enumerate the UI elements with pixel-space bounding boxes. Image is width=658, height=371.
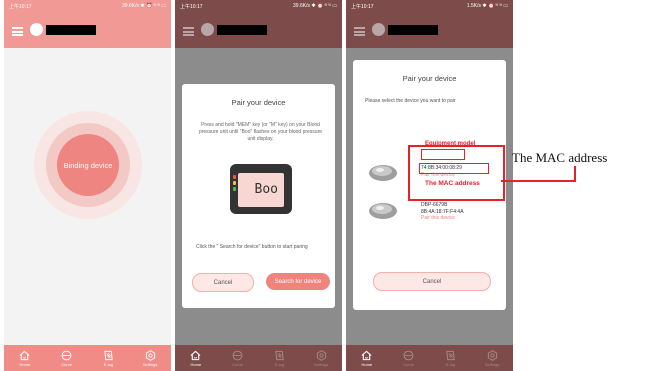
nav-curve[interactable]: Curve	[388, 345, 430, 371]
home-icon	[361, 350, 372, 360]
redacted-username	[388, 25, 438, 35]
status-bar: 上午10:17 1.5K/s ✱ ⏰ ⁱˡˡ ⁱˡˡ ▭	[346, 0, 513, 12]
menu-icon[interactable]	[12, 27, 23, 36]
nav-elog[interactable]: E-log	[259, 345, 301, 371]
nav-home[interactable]: Home	[175, 345, 217, 371]
status-time: 上午10:17	[9, 4, 32, 10]
callout-line-horizontal	[501, 180, 576, 182]
app-header	[4, 12, 171, 48]
binding-device-button[interactable]: Binding device	[57, 134, 119, 196]
elog-icon	[446, 350, 455, 360]
nav-curve-label: Curve	[61, 361, 72, 367]
main-content: Binding device	[4, 48, 171, 345]
blood-pressure-device-illustration: Boo	[230, 164, 292, 214]
nav-settings-label: Settings	[142, 361, 158, 367]
device-thumbnail-icon	[369, 203, 397, 219]
curve-icon	[61, 350, 72, 360]
home-icon	[190, 350, 201, 360]
cancel-button[interactable]: Cancel	[373, 272, 491, 291]
status-indicators: 1.5K/s ✱ ⏰ ⁱˡˡ ⁱˡˡ ▭	[466, 3, 508, 9]
redacted-username	[217, 25, 267, 35]
curve-icon	[403, 350, 414, 360]
mac-address-callout-label: The MAC address	[512, 150, 608, 165]
device-screen: Boo	[238, 173, 284, 207]
search-device-button[interactable]: Search for device	[266, 273, 330, 290]
dialog-title: Pair your device	[402, 74, 457, 83]
bottom-navigation: Home Curve E-log Settings	[175, 345, 342, 371]
settings-icon	[316, 349, 326, 361]
status-time: 上午10:17	[351, 4, 374, 10]
elog-icon	[104, 350, 113, 360]
nav-home-label: Home	[190, 361, 202, 367]
nav-elog-label: E-log	[445, 361, 456, 367]
nav-elog[interactable]: E-log	[430, 345, 472, 371]
avatar[interactable]	[30, 23, 43, 36]
nav-settings[interactable]: Settings	[300, 345, 342, 371]
nav-settings[interactable]: Settings	[129, 345, 171, 371]
app-header	[175, 12, 342, 48]
status-indicators: 39.6K/s ✱ ⏰ ⁱˡˡ ⁱˡˡ ▭	[293, 3, 337, 9]
nav-settings-label: Settings	[313, 361, 329, 367]
curve-icon	[232, 350, 243, 360]
pair-dialog: Pair your device Press and hold "MEM" ke…	[182, 84, 335, 308]
dialog-subtitle: Please select the device you want to pai…	[365, 98, 456, 104]
cancel-button[interactable]: Cancel	[192, 273, 254, 292]
nav-elog-label: E-log	[103, 361, 114, 367]
app-header	[346, 12, 513, 48]
menu-icon	[354, 27, 365, 36]
settings-icon	[145, 349, 155, 361]
pairing-instructions: Press and hold "MEM" key (or "M" key) on…	[198, 122, 323, 142]
nav-home[interactable]: Home	[346, 345, 388, 371]
search-hint: Click the " Search for device" button to…	[196, 244, 308, 250]
redacted-username	[46, 25, 96, 35]
status-bar: 上午10:17 39.6K/s ✱ ⏰ ⁱˡˡ ⁱˡˡ ▭	[175, 0, 342, 12]
home-icon	[19, 350, 30, 360]
pair-device-2-link[interactable]: Pair this device	[421, 215, 464, 222]
nav-curve[interactable]: Curve	[46, 345, 88, 371]
menu-icon	[183, 27, 194, 36]
settings-icon	[487, 349, 497, 361]
status-indicators: 39.6K/s ✱ ⏰ ⁱˡˡ ⁱˡˡ ▭	[122, 3, 166, 9]
nav-elog-label: E-log	[274, 361, 285, 367]
nav-home-label: Home	[19, 361, 31, 367]
status-time: 上午10:17	[180, 4, 203, 10]
bottom-navigation: Home Curve E-log Settings	[4, 345, 171, 371]
mac-annotation-box	[408, 145, 505, 201]
nav-curve[interactable]: Curve	[217, 345, 259, 371]
device-display-text: Boo	[254, 182, 278, 197]
nav-curve-label: Curve	[403, 361, 414, 367]
nav-home-label: Home	[361, 361, 373, 367]
bottom-navigation: Home Curve E-log Settings	[346, 345, 513, 371]
device-entry-2[interactable]: DBP-6679B 8B:4A:18:7F:F4:4A Pair this de…	[421, 202, 464, 222]
elog-icon	[275, 350, 284, 360]
binding-screen: 上午10:17 39.6K/s ✱ ⏰ ⁱˡˡ ⁱˡˡ ▭ Binding de…	[4, 0, 171, 371]
device-thumbnail-icon	[369, 165, 397, 181]
avatar	[201, 23, 214, 36]
pair-instructions-screen: 上午10:17 39.6K/s ✱ ⏰ ⁱˡˡ ⁱˡˡ ▭ Pair your …	[175, 0, 342, 371]
nav-home[interactable]: Home	[4, 345, 46, 371]
nav-elog[interactable]: E-log	[88, 345, 130, 371]
dialog-title: Pair your device	[231, 98, 286, 107]
nav-settings[interactable]: Settings	[471, 345, 513, 371]
device-leds	[233, 175, 236, 193]
callout-line-vertical	[574, 166, 576, 182]
nav-settings-label: Settings	[484, 361, 500, 367]
nav-curve-label: Curve	[232, 361, 243, 367]
avatar	[372, 23, 385, 36]
status-bar: 上午10:17 39.6K/s ✱ ⏰ ⁱˡˡ ⁱˡˡ ▭	[4, 0, 171, 12]
